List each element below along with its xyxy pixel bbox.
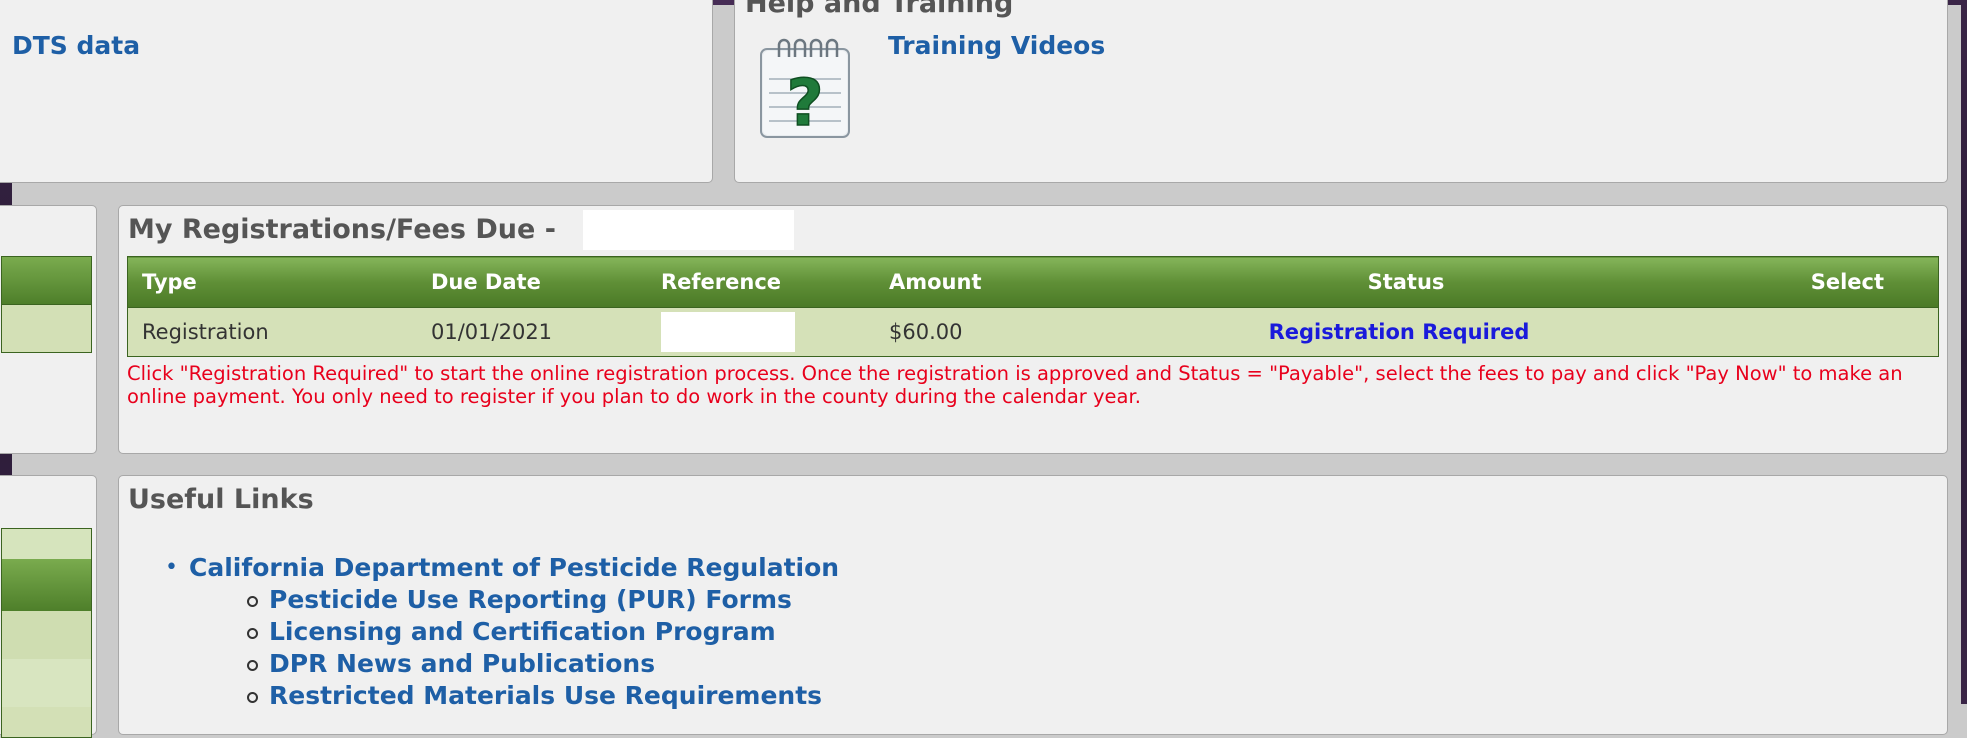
dts-data-link[interactable]: DTS data <box>12 31 140 60</box>
redacted-name <box>583 210 794 250</box>
redacted-reference <box>661 312 795 352</box>
left-grid-row[interactable] <box>1 305 92 353</box>
row-due-date: 01/01/2021 <box>417 307 647 357</box>
help-training-panel: Help and Training ? Training Videos <box>734 0 1948 183</box>
link-cdpr[interactable]: California Department of Pesticide Regul… <box>189 553 839 582</box>
help-notepad-icon[interactable]: ? <box>757 35 853 142</box>
left-bottom-row[interactable] <box>2 659 91 707</box>
column-status[interactable]: Status <box>1221 256 1577 308</box>
list-item: Licensing and Certification Program <box>245 616 839 648</box>
cdpr-sublinks: Pesticide Use Reporting (PUR) Forms Lice… <box>189 584 839 712</box>
useful-links-list: California Department of Pesticide Regul… <box>165 552 839 712</box>
column-due-date[interactable]: Due Date <box>417 256 647 308</box>
dts-panel: DTS data <box>0 0 713 183</box>
column-type[interactable]: Type <box>127 256 417 308</box>
useful-links-title: Useful Links <box>128 484 314 515</box>
row-type: Registration <box>127 307 417 357</box>
left-bottom-row[interactable] <box>2 529 91 559</box>
table-row: Registration 01/01/2021 $60.00 Registrat… <box>127 307 1939 357</box>
help-training-title: Help and Training <box>745 0 1014 19</box>
training-videos-link[interactable]: Training Videos <box>888 31 1105 60</box>
link-dpr-news[interactable]: DPR News and Publications <box>269 649 655 678</box>
useful-links-panel: Useful Links California Department of Pe… <box>118 475 1948 735</box>
list-item: California Department of Pesticide Regul… <box>165 552 839 712</box>
list-item: Pesticide Use Reporting (PUR) Forms <box>245 584 839 616</box>
table-header-row: Type Due Date Reference Amount Status Se… <box>127 256 1939 308</box>
left-bottom-grid <box>1 528 92 738</box>
link-pur-forms[interactable]: Pesticide Use Reporting (PUR) Forms <box>269 585 792 614</box>
window-frame-right <box>1961 0 1967 704</box>
list-item: Restricted Materials Use Requirements <box>245 680 839 712</box>
registrations-table: Type Due Date Reference Amount Status Se… <box>127 256 1939 357</box>
row-status-cell: Registration Required <box>1221 307 1577 357</box>
list-item: DPR News and Publications <box>245 648 839 680</box>
row-select[interactable] <box>1577 307 1939 357</box>
left-grid-header <box>1 256 92 305</box>
registrations-title: My Registrations/Fees Due - <box>128 214 556 245</box>
row-reference <box>647 307 875 357</box>
svg-text:?: ? <box>786 67 823 139</box>
registrations-panel: My Registrations/Fees Due - Type Due Dat… <box>118 205 1948 454</box>
left-panel-bottom <box>0 475 97 738</box>
link-licensing-certification[interactable]: Licensing and Certification Program <box>269 617 776 646</box>
left-bottom-row[interactable] <box>2 611 91 659</box>
link-restricted-materials[interactable]: Restricted Materials Use Requirements <box>269 681 822 710</box>
left-panel-middle <box>0 205 97 454</box>
registration-instructions: Click "Registration Required" to start t… <box>127 362 1903 409</box>
column-amount[interactable]: Amount <box>875 256 1221 308</box>
registration-required-link[interactable]: Registration Required <box>1269 320 1530 344</box>
left-bottom-header <box>2 559 91 611</box>
row-amount: $60.00 <box>875 307 1221 357</box>
column-select[interactable]: Select <box>1577 256 1939 308</box>
column-reference[interactable]: Reference <box>647 256 875 308</box>
